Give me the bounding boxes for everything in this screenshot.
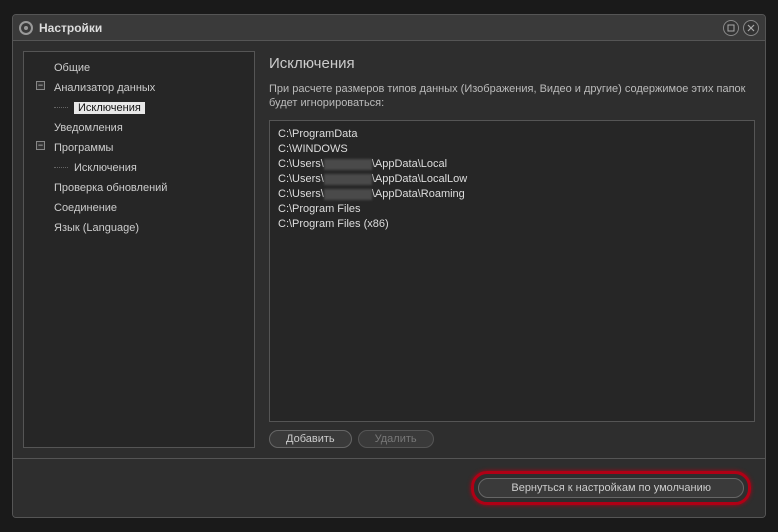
reset-highlight: Вернуться к настройкам по умолчанию <box>471 471 751 505</box>
list-item[interactable]: C:\WINDOWS <box>278 142 746 157</box>
page-heading: Исключения <box>269 55 755 72</box>
sidebar: Общие−Анализатор данныхИсключенияУведомл… <box>23 51 255 448</box>
page-description: При расчете размеров типов данных (Изобр… <box>269 82 755 110</box>
sidebar-item-6[interactable]: Проверка обновлений <box>24 178 254 198</box>
sidebar-item-label: Язык (Language) <box>54 222 139 234</box>
sidebar-item-5[interactable]: Исключения <box>24 158 254 178</box>
close-button[interactable] <box>743 20 759 36</box>
sidebar-item-label: Соединение <box>54 202 117 214</box>
minimize-button[interactable] <box>723 20 739 36</box>
settings-tree: Общие−Анализатор данныхИсключенияУведомл… <box>24 58 254 238</box>
footer: Вернуться к настройкам по умолчанию <box>13 458 765 517</box>
sidebar-item-7[interactable]: Соединение <box>24 198 254 218</box>
delete-button[interactable]: Удалить <box>358 430 434 448</box>
redacted-text <box>324 159 372 170</box>
add-button[interactable]: Добавить <box>269 430 352 448</box>
list-item[interactable]: C:\Users\\AppData\LocalLow <box>278 172 746 187</box>
sidebar-item-0[interactable]: Общие <box>24 58 254 78</box>
settings-window: Настройки Общие−Анализатор данныхИсключе… <box>12 14 766 518</box>
window-title: Настройки <box>39 21 102 35</box>
redacted-text <box>324 174 372 185</box>
sidebar-item-label: Исключения <box>74 102 145 114</box>
sidebar-item-2[interactable]: Исключения <box>24 98 254 118</box>
tree-expander-icon[interactable]: − <box>36 141 45 150</box>
titlebar: Настройки <box>13 15 765 41</box>
reset-defaults-button[interactable]: Вернуться к настройкам по умолчанию <box>478 478 744 498</box>
sidebar-item-4[interactable]: −Программы <box>24 138 254 158</box>
redacted-text <box>324 189 372 200</box>
sidebar-item-label: Уведомления <box>54 122 123 134</box>
sidebar-item-8[interactable]: Язык (Language) <box>24 218 254 238</box>
sidebar-item-label: Общие <box>54 62 90 74</box>
list-item[interactable]: C:\Program Files (x86) <box>278 217 746 232</box>
content-pane: Исключения При расчете размеров типов да… <box>269 51 755 448</box>
list-item[interactable]: C:\Users\\AppData\Roaming <box>278 187 746 202</box>
sidebar-item-label: Исключения <box>74 162 137 174</box>
list-item[interactable]: C:\Users\\AppData\Local <box>278 157 746 172</box>
tree-expander-icon[interactable]: − <box>36 81 45 90</box>
sidebar-item-label: Анализатор данных <box>54 82 155 94</box>
list-item[interactable]: C:\ProgramData <box>278 127 746 142</box>
sidebar-item-3[interactable]: Уведомления <box>24 118 254 138</box>
list-item[interactable]: C:\Program Files <box>278 202 746 217</box>
sidebar-item-1[interactable]: −Анализатор данных <box>24 78 254 98</box>
sidebar-item-label: Программы <box>54 142 113 154</box>
app-icon <box>19 21 33 35</box>
sidebar-item-label: Проверка обновлений <box>54 182 167 194</box>
exclusions-listbox[interactable]: C:\ProgramDataC:\WINDOWSC:\Users\\AppDat… <box>269 120 755 422</box>
